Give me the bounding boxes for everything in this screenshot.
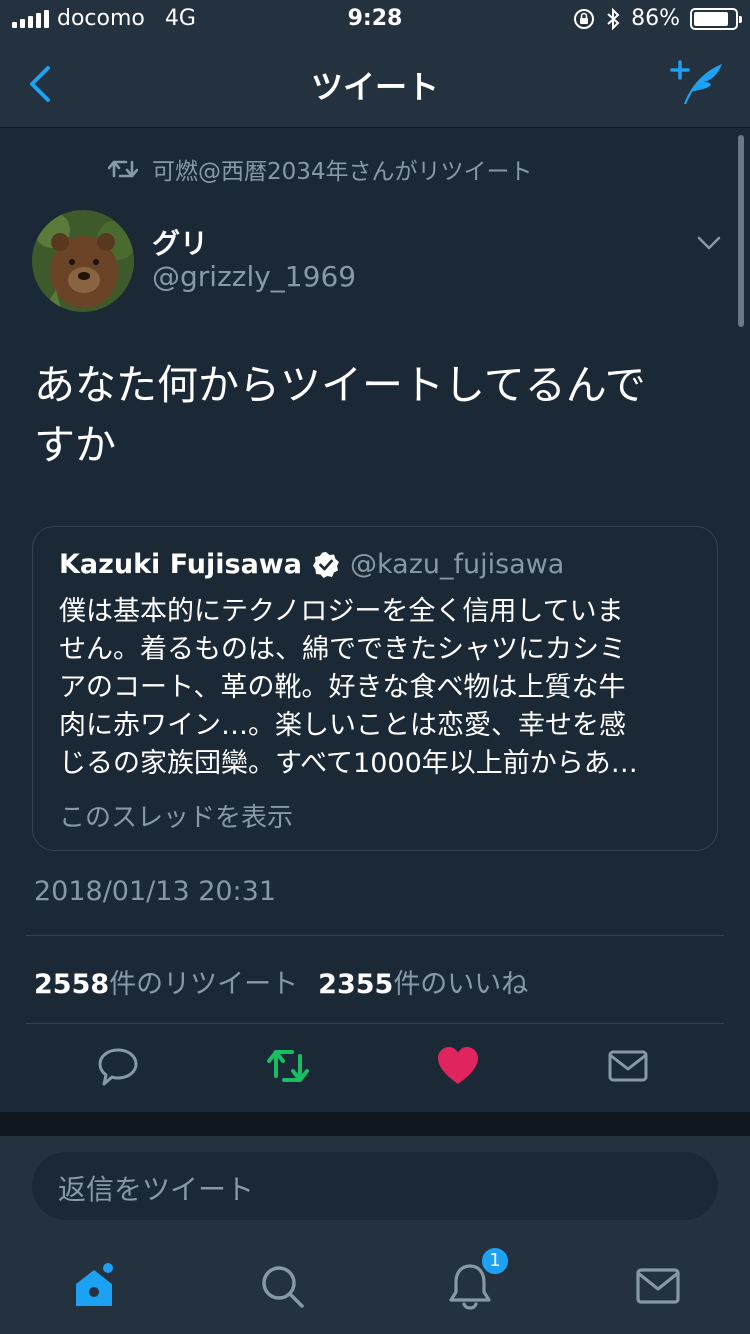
quoted-tweet[interactable]: Kazuki Fujisawa @kazu_fujisawa 僕は基本的にテクノ… (32, 526, 718, 851)
tweet-text: あなた何からツイートしてるんで すか (34, 355, 714, 475)
quoted-text-line: 肉に赤ワイン…。楽しいことは恋愛、幸せを感 (59, 710, 626, 741)
tweet-text-line: すか (34, 421, 116, 469)
tweet-timestamp: 2018/01/13 20:31 (34, 876, 277, 907)
compose-tweet-icon[interactable] (670, 58, 726, 108)
navigation-bar: ツイート (0, 40, 750, 128)
chevron-down-icon[interactable] (696, 230, 722, 256)
retweet-icon (108, 160, 138, 178)
direct-message-icon[interactable] (606, 1044, 650, 1088)
verified-badge-icon (312, 551, 339, 578)
quoted-author-name: Kazuki Fujisawa (59, 549, 302, 580)
battery-icon (690, 7, 742, 30)
status-bar: docomo 4G 9:28 86% (0, 0, 750, 40)
avatar[interactable] (32, 210, 134, 312)
tweet-detail-screen: docomo 4G 9:28 86% ツイート 可燃@西暦2034年さんがリツイ… (0, 0, 750, 1334)
bluetooth-icon (607, 7, 620, 30)
home-icon[interactable] (70, 1262, 118, 1310)
quoted-text-line: アのコート、革の靴。好きな食べ物は上質な牛 (59, 672, 626, 703)
notifications-tab[interactable]: 1 (446, 1246, 510, 1310)
notification-badge: 1 (480, 1246, 510, 1276)
author-name[interactable]: グリ (152, 222, 208, 262)
retweet-icon[interactable] (266, 1044, 310, 1088)
like-count: 2355 (318, 969, 394, 1000)
tweet-actions (0, 1040, 750, 1096)
like-heart-icon[interactable] (436, 1044, 480, 1088)
author-handle[interactable]: @grizzly_1969 (152, 260, 356, 293)
page-title: ツイート (310, 68, 439, 106)
retweet-context[interactable]: 可燃@西暦2034年さんがリツイート (108, 152, 533, 186)
reply-icon[interactable] (96, 1044, 140, 1088)
quoted-text-line: 僕は基本的にテクノロジーを全く信用していま (59, 596, 624, 627)
tweet-text-line: あなた何からツイートしてるんで (34, 361, 646, 409)
battery-percent: 86% (631, 6, 680, 31)
reply-input[interactable]: 返信をツイート (32, 1152, 718, 1220)
like-stat[interactable]: 2355件のいいね (318, 962, 528, 1001)
quoted-tweet-text: 僕は基本的にテクノロジーを全く信用していま せん。着るものは、綿でできたシャツに… (59, 593, 699, 783)
tweet-stats: 2558件のリツイート 2355件のいいね (34, 962, 528, 1001)
quoted-author-handle: @kazu_fujisawa (349, 549, 565, 580)
tab-bar: 1 (0, 1240, 750, 1334)
divider (26, 1023, 724, 1024)
search-icon[interactable] (258, 1262, 306, 1310)
messages-icon[interactable] (634, 1262, 682, 1310)
quoted-text-line: せん。着るものは、綿でできたシャツにカシミ (59, 634, 626, 665)
retweet-context-text: 可燃@西暦2034年さんがリツイート (152, 159, 533, 185)
scroll-indicator[interactable] (738, 135, 744, 327)
show-thread-link[interactable]: このスレッドを表示 (59, 797, 293, 834)
section-separator (0, 1112, 750, 1136)
reply-placeholder: 返信をツイート (58, 1173, 255, 1206)
divider (26, 935, 724, 936)
like-label: 件のいいね (393, 969, 529, 1000)
quoted-text-line: じるの家族団欒。すべて1000年以上前からあ… (59, 748, 638, 779)
lock-rotation-icon (574, 8, 595, 29)
retweet-label: 件のリツイート (109, 969, 299, 1000)
retweet-count: 2558 (34, 969, 110, 1000)
retweet-stat[interactable]: 2558件のリツイート (34, 962, 298, 1001)
reply-bar: 返信をツイート (0, 1136, 750, 1240)
